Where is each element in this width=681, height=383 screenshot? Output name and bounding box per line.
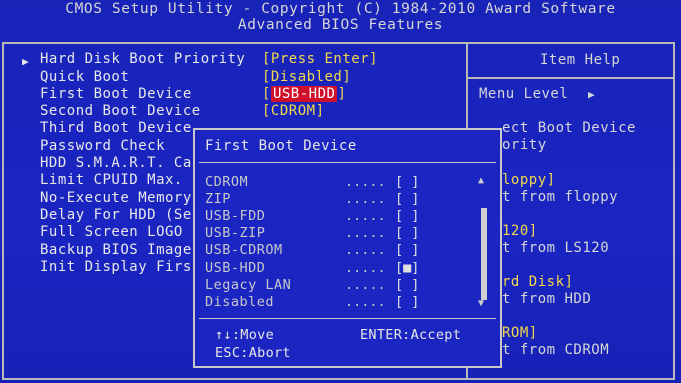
footer-move-hint: ↑↓:Move	[215, 327, 274, 343]
option-dots: .....	[345, 208, 386, 224]
option-dots: .....	[345, 225, 386, 241]
setting-limit-cpuid[interactable]: Limit CPUID Max.	[40, 172, 183, 189]
footer-abort-hint: ESC:Abort	[215, 345, 291, 361]
option-checkbox[interactable]: [ ]	[395, 225, 419, 241]
help-title-divider	[468, 77, 675, 79]
footer-accept-hint: ENTER:Accept	[360, 327, 462, 343]
setting-third-boot-device[interactable]: Third Boot Device	[40, 120, 192, 137]
option-dots: .....	[345, 174, 386, 190]
bios-screen: CMOS Setup Utility - Copyright (C) 1984-…	[0, 0, 681, 383]
item-help-title: Item Help	[540, 52, 621, 68]
setting-hdd-smart[interactable]: HDD S.M.A.R.T. Ca	[40, 155, 192, 172]
option-legacy-lan[interactable]: Legacy LAN	[205, 277, 291, 293]
header-subtitle: Advanced BIOS Features	[237, 17, 444, 33]
option-checkbox-selected[interactable]: [■]	[395, 260, 419, 276]
setting-second-boot-device[interactable]: Second Boot Device	[40, 103, 201, 120]
scrollbar-thumb[interactable]	[481, 208, 487, 300]
setting-backup-bios-image[interactable]: Backup BIOS Image	[40, 242, 192, 259]
submenu-arrow-icon: ▶	[22, 55, 30, 68]
first-boot-device-popup: First Boot Device CDROM ..... [ ] ZIP ..…	[193, 128, 502, 368]
option-checkbox[interactable]: [ ]	[395, 208, 419, 224]
option-usb-cdrom[interactable]: USB-CDROM	[205, 242, 283, 258]
help-line: loppy]	[502, 172, 556, 188]
option-dots: .....	[345, 294, 386, 310]
setting-no-execute-memory[interactable]: No-Execute Memory	[40, 190, 192, 207]
option-disabled[interactable]: Disabled	[205, 294, 274, 310]
setting-delay-for-hdd[interactable]: Delay For HDD (Se	[40, 207, 192, 224]
help-line: ect Boot Device	[502, 120, 636, 136]
menu-level-arrow-icon: ▶	[588, 88, 596, 101]
help-line: t from HDD	[502, 291, 592, 307]
value-first-boot-device[interactable]: [USB-HDD]	[262, 86, 346, 103]
help-line: t from LS120	[502, 240, 610, 256]
value-quick-boot[interactable]: [Disabled]	[262, 69, 351, 86]
help-line: t from floppy	[502, 189, 619, 205]
menu-level-label: Menu Level	[479, 86, 569, 102]
setting-init-display-first[interactable]: Init Display Firs	[40, 259, 192, 276]
value-second-boot-device[interactable]: [CDROM]	[262, 103, 325, 120]
option-dots: .....	[345, 242, 386, 258]
option-checkbox[interactable]: [ ]	[395, 191, 419, 207]
option-checkbox[interactable]: [ ]	[395, 294, 419, 310]
help-line: t from CDROM	[502, 342, 610, 358]
selected-value: USB-HDD	[270, 86, 338, 102]
setting-password-check[interactable]: Password Check	[40, 138, 165, 155]
setting-hard-disk-boot-priority[interactable]: Hard Disk Boot Priority	[40, 51, 245, 68]
option-checkbox[interactable]: [ ]	[395, 277, 419, 293]
popup-divider	[199, 162, 496, 163]
setting-full-screen-logo[interactable]: Full Screen LOGO	[40, 224, 183, 241]
scroll-down-arrow-icon[interactable]: ▼	[478, 298, 484, 309]
help-line: rd Disk]	[502, 274, 574, 290]
option-usb-zip[interactable]: USB-ZIP	[205, 225, 265, 241]
option-usb-fdd[interactable]: USB-FDD	[205, 208, 265, 224]
option-checkbox[interactable]: [ ]	[395, 242, 419, 258]
option-dots: .....	[345, 277, 386, 293]
help-line: 120]	[502, 223, 538, 239]
help-line: ROM]	[502, 325, 538, 341]
help-line: ority	[502, 137, 547, 153]
header: CMOS Setup Utility - Copyright (C) 1984-…	[0, 0, 681, 39]
popup-scrollbar[interactable]: ▲ ▼	[478, 175, 487, 309]
option-checkbox[interactable]: [ ]	[395, 174, 419, 190]
value-hard-disk-boot-priority[interactable]: [Press Enter]	[262, 51, 378, 68]
setting-quick-boot[interactable]: Quick Boot	[40, 69, 129, 86]
option-zip[interactable]: ZIP	[205, 191, 231, 207]
popup-footer-divider	[199, 318, 496, 319]
option-dots: .....	[345, 191, 386, 207]
option-cdrom[interactable]: CDROM	[205, 174, 248, 190]
setting-first-boot-device[interactable]: First Boot Device	[40, 86, 192, 103]
scroll-up-arrow-icon[interactable]: ▲	[478, 175, 484, 186]
popup-title: First Boot Device	[205, 138, 357, 154]
option-dots: .....	[345, 260, 386, 276]
header-title: CMOS Setup Utility - Copyright (C) 1984-…	[65, 1, 616, 17]
option-usb-hdd[interactable]: USB-HDD	[205, 260, 265, 276]
